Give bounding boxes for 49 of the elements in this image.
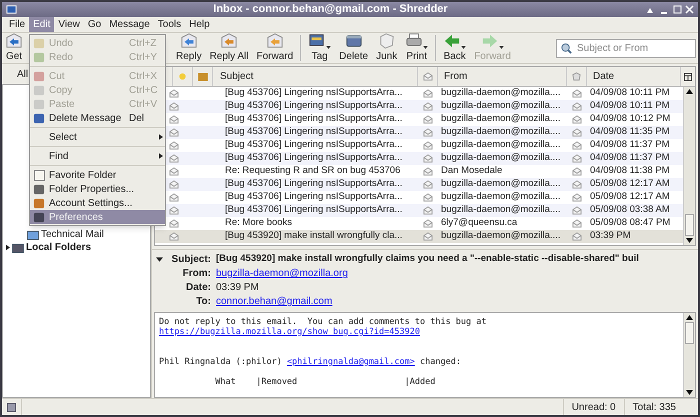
- total-count: Total: 335: [624, 399, 684, 415]
- header-value: [Bug 453920] make install wrongfully claims you need a "--enable-static --disable-shared" buil: [216, 252, 639, 266]
- header-label: From:: [182, 267, 211, 281]
- subject-cell: [Bug 453706] Lingering nsISupportsArra...: [225, 204, 402, 216]
- date-cell: 05/09/08 12:17 AM: [590, 191, 670, 202]
- date-cell: 04/09/08 10:11 PM: [590, 87, 670, 98]
- subject-cell: [Bug 453706] Lingering nsISupportsArra...: [225, 191, 402, 202]
- header-label: To:: [195, 295, 211, 309]
- header-label: Date:: [184, 281, 211, 295]
- body-text: changed:: [418, 357, 461, 367]
- body-text: Do not reply to this email. You can add comments to this bug at: [159, 317, 487, 327]
- sender-cell: bugzilla-daemon@mozilla....: [441, 152, 560, 164]
- sender-cell: bugzilla-daemon@mozilla....: [441, 126, 560, 138]
- body-text: What |Removed |Added: [214, 377, 436, 387]
- sender-cell: bugzilla-daemon@mozilla....: [441, 230, 560, 242]
- date-cell: 05/09/08 12:17 AM: [590, 178, 670, 190]
- sender-cell: bugzilla-daemon@mozilla....: [441, 204, 560, 216]
- header-value: 03:39 PM: [216, 281, 259, 295]
- date-cell: 04/09/08 11:38 PM: [590, 165, 670, 176]
- subject-cell: [Bug 453706] Lingering nsISupportsArra...: [225, 113, 402, 124]
- subject-cell: [Bug 453706] Lingering nsISupportsArra...: [225, 139, 402, 150]
- date-cell: 04/09/08 11:37 PM: [590, 152, 670, 164]
- header-label: Subject:: [170, 253, 211, 267]
- unread-count: Unread: 0: [562, 399, 624, 415]
- date-cell: 04/09/08 10:11 PM: [590, 100, 670, 112]
- date-cell: 04/09/08 10:12 PM: [590, 113, 670, 124]
- date-cell: 04/09/08 11:37 PM: [590, 139, 670, 150]
- sender-cell: Dan Mosedale: [441, 165, 502, 176]
- subject-cell: [Bug 453706] Lingering nsISupportsArra...: [225, 126, 402, 138]
- sender-cell: bugzilla-daemon@mozilla....: [441, 139, 560, 150]
- sender-cell: bugzilla-daemon@mozilla....: [441, 100, 560, 112]
- subject-cell: Re: More books: [225, 217, 292, 228]
- sender-cell: bugzilla-daemon@mozilla....: [441, 113, 560, 124]
- subject-cell: [Bug 453920] make install wrongfully cla...: [225, 230, 402, 242]
- date-cell: 05/09/08 03:38 AM: [590, 204, 670, 216]
- subject-cell: [Bug 453706] Lingering nsISupportsArra...: [225, 100, 402, 112]
- date-cell: 05/09/08 08:47 PM: [590, 217, 670, 228]
- sender-cell: bugzilla-daemon@mozilla....: [441, 178, 560, 190]
- sender-cell: 6ly7@queensu.ca: [441, 217, 518, 228]
- date-cell: 04/09/08 11:35 PM: [590, 126, 670, 138]
- sender-cell: bugzilla-daemon@mozilla....: [441, 191, 560, 202]
- subject-cell: Re: Requesting R and SR on bug 453706: [225, 165, 400, 176]
- window-title: Inbox - connor.behan@gmail.com - Shredder: [212, 2, 449, 18]
- subject-cell: [Bug 453706] Lingering nsISupportsArra...: [225, 178, 402, 190]
- sender-cell: bugzilla-daemon@mozilla....: [441, 87, 560, 98]
- subject-cell: [Bug 453706] Lingering nsISupportsArra...: [225, 152, 402, 164]
- body-text: Phil Ringnalda (:philor): [159, 357, 283, 367]
- date-cell: 03:39 PM: [590, 230, 631, 242]
- subject-cell: [Bug 453706] Lingering nsISupportsArra...: [225, 87, 402, 98]
